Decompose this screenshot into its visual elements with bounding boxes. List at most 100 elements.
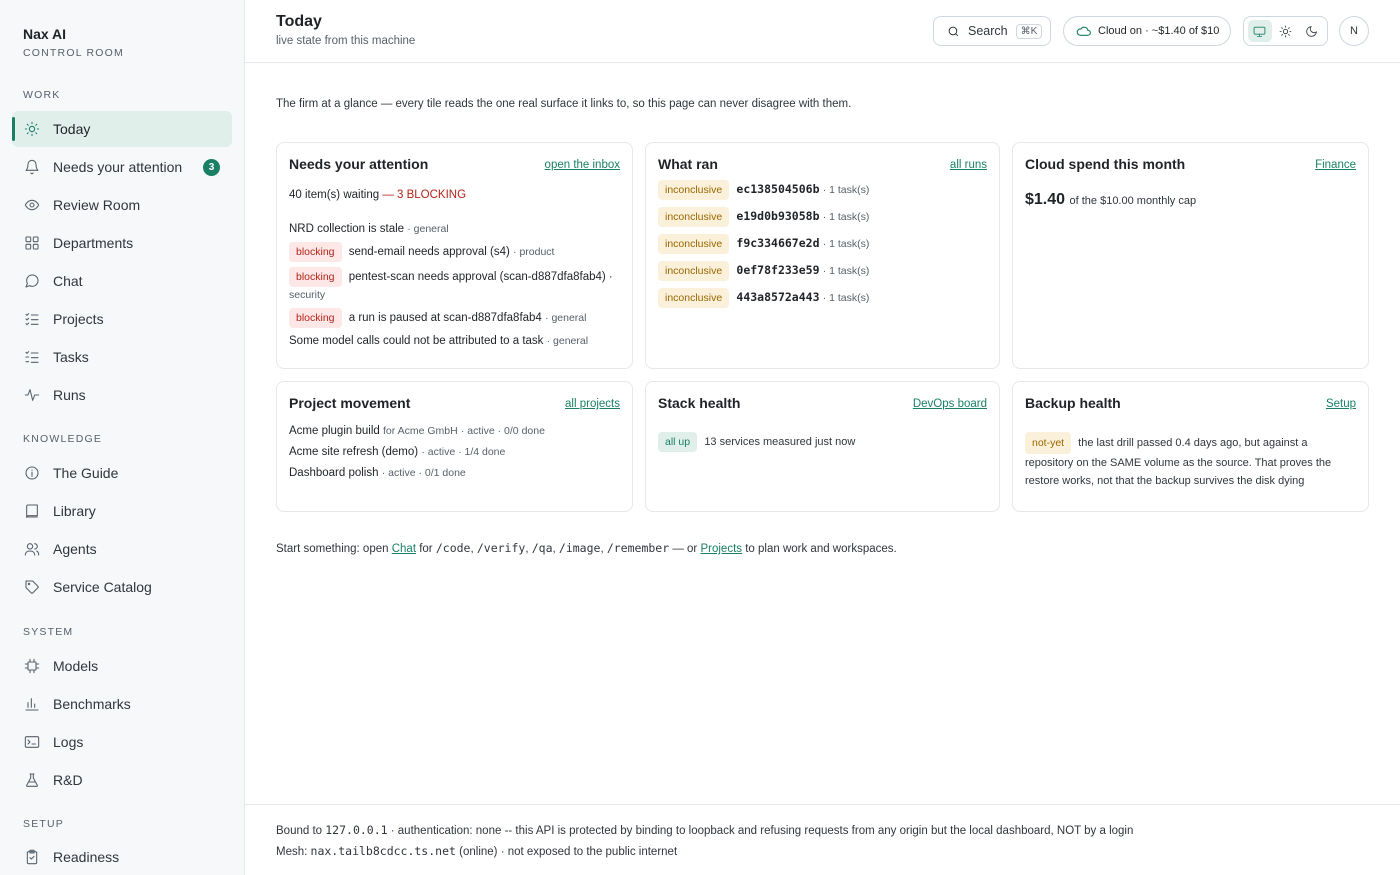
sidebar-item-runs[interactable]: Runs: [12, 377, 232, 413]
devops-board-link[interactable]: DevOps board: [913, 398, 987, 410]
page-subtitle: live state from this machine: [276, 35, 416, 47]
sidebar-item-benchmarks[interactable]: Benchmarks: [12, 686, 232, 722]
list-check-icon: [24, 311, 40, 327]
run-row[interactable]: inconclusive 0ef78f233e59 · 1 task(s): [658, 261, 987, 281]
bar-chart-icon: [24, 696, 40, 712]
item-meta: · general: [407, 223, 449, 235]
sidebar: Nax AI CONTROL ROOM WORK Today Needs you…: [0, 0, 245, 875]
command: /verify: [476, 541, 526, 555]
blocking-count: — 3 BLOCKING: [382, 189, 467, 201]
sidebar-item-review-room[interactable]: Review Room: [12, 187, 232, 223]
project-meta: · active · 0/0 done: [460, 425, 545, 437]
command: /image: [558, 541, 601, 555]
projects-link[interactable]: Projects: [700, 543, 742, 555]
theme-light-button[interactable]: [1273, 20, 1297, 42]
search-shortcut: ⌘K: [1015, 23, 1043, 39]
mesh-suffix: (online) · not exposed to the public int…: [459, 846, 678, 858]
run-row[interactable]: inconclusive f9c334667e2d · 1 task(s): [658, 234, 987, 254]
brand[interactable]: Nax AI CONTROL ROOM: [23, 26, 124, 59]
sidebar-item-label: Library: [53, 503, 96, 519]
stack-card: Stack health DevOps board all up 13 serv…: [645, 381, 1000, 512]
theme-system-button[interactable]: [1247, 20, 1272, 42]
runs-card: What ran all runs inconclusive ec1385045…: [645, 142, 1000, 369]
run-id: ec138504506b: [736, 182, 820, 196]
run-meta: · 1 task(s): [822, 292, 870, 304]
project-client: for Acme GmbH: [382, 425, 458, 437]
project-row[interactable]: Dashboard polish · active · 0/1 done: [289, 465, 620, 481]
list-item[interactable]: blocking pentest-scan needs approval (sc…: [289, 267, 620, 303]
sidebar-item-rnd[interactable]: R&D: [12, 762, 232, 798]
command: /qa: [531, 541, 553, 555]
finance-link[interactable]: Finance: [1315, 159, 1356, 171]
waiting-count: 40 item(s) waiting: [289, 189, 380, 201]
run-row[interactable]: inconclusive 443a8572a443 · 1 task(s): [658, 288, 987, 308]
spend-amount: $1.40: [1025, 191, 1066, 208]
sidebar-item-today[interactable]: Today: [12, 111, 232, 147]
sidebar-item-logs[interactable]: Logs: [12, 724, 232, 760]
run-row[interactable]: inconclusive ec138504506b · 1 task(s): [658, 180, 987, 200]
cloud-status-pill[interactable]: Cloud on · ~$1.40 of $10: [1063, 16, 1231, 46]
search-icon: [948, 26, 959, 36]
list-item[interactable]: Some model calls could not be attributed…: [289, 333, 620, 349]
sidebar-item-chat[interactable]: Chat: [12, 263, 232, 299]
item-meta: · product: [513, 246, 555, 258]
command: /remember: [606, 541, 670, 555]
run-row[interactable]: inconclusive e19d0b93058b · 1 task(s): [658, 207, 987, 227]
brand-name: Nax AI: [23, 26, 67, 42]
sidebar-item-label: Chat: [53, 273, 83, 289]
footer: Bound to 127.0.0.1 · authentication: non…: [245, 804, 1400, 875]
brand-subtitle: CONTROL ROOM: [23, 47, 124, 59]
project-meta: · active · 0/1 done: [381, 467, 466, 479]
theme-dark-button[interactable]: [1299, 20, 1323, 42]
project-meta: · active · 1/4 done: [421, 446, 506, 458]
sidebar-item-models[interactable]: Models: [12, 648, 232, 684]
attention-card: Needs your attention open the inbox 40 i…: [276, 142, 633, 369]
blocking-badge: blocking: [289, 308, 342, 328]
run-id: e19d0b93058b: [736, 209, 820, 223]
chat-link[interactable]: Chat: [392, 543, 416, 555]
status-badge: inconclusive: [658, 207, 730, 227]
pulse-icon: [24, 387, 40, 403]
run-id: 443a8572a443: [736, 290, 820, 304]
open-inbox-link[interactable]: open the inbox: [545, 159, 620, 171]
book-icon: [24, 503, 40, 519]
status-badge: inconclusive: [658, 180, 730, 200]
sidebar-item-label: Benchmarks: [53, 696, 131, 712]
sidebar-item-needs-attention[interactable]: Needs your attention 3: [12, 149, 232, 185]
section-label-knowledge: KNOWLEDGE: [23, 433, 103, 445]
search-button[interactable]: Search ⌘K: [933, 16, 1051, 46]
list-icon: [24, 349, 40, 365]
avatar[interactable]: N: [1339, 16, 1369, 46]
blocking-badge: blocking: [289, 242, 342, 262]
sidebar-item-departments[interactable]: Departments: [12, 225, 232, 261]
all-projects-link[interactable]: all projects: [565, 398, 620, 410]
chat-icon: [24, 273, 40, 289]
project-row[interactable]: Acme plugin build for Acme GmbH · active…: [289, 423, 620, 439]
sidebar-item-label: Departments: [53, 235, 134, 251]
list-item[interactable]: NRD collection is stale · general: [289, 221, 620, 237]
sidebar-item-guide[interactable]: The Guide: [12, 455, 232, 491]
sidebar-item-agents[interactable]: Agents: [12, 531, 232, 567]
sidebar-item-label: Runs: [53, 387, 86, 403]
list-item[interactable]: blocking send-email needs approval (s4) …: [289, 242, 620, 262]
sidebar-item-label: The Guide: [53, 465, 119, 481]
item-meta: · general: [545, 312, 587, 324]
list-item[interactable]: blocking a run is paused at scan-d887dfa…: [289, 308, 620, 328]
sidebar-item-label: Logs: [53, 734, 84, 750]
blocking-badge: blocking: [289, 267, 342, 287]
bind-info: Bound to 127.0.0.1 · authentication: non…: [276, 823, 1133, 837]
terminal-icon: [24, 734, 40, 750]
status-badge: inconclusive: [658, 234, 730, 254]
sidebar-item-projects[interactable]: Projects: [12, 301, 232, 337]
bind-prefix: Bound to: [276, 825, 323, 837]
sidebar-item-service-catalog[interactable]: Service Catalog: [12, 569, 232, 605]
project-row[interactable]: Acme site refresh (demo) · active · 1/4 …: [289, 444, 620, 460]
sidebar-item-readiness[interactable]: Readiness: [12, 839, 232, 875]
sidebar-item-label: Tasks: [53, 349, 89, 365]
setup-link[interactable]: Setup: [1326, 398, 1356, 410]
mesh-prefix: Mesh:: [276, 846, 308, 858]
start-suffix: to plan work and workspaces.: [745, 543, 897, 555]
all-runs-link[interactable]: all runs: [950, 159, 987, 171]
sidebar-item-tasks[interactable]: Tasks: [12, 339, 232, 375]
sidebar-item-library[interactable]: Library: [12, 493, 232, 529]
